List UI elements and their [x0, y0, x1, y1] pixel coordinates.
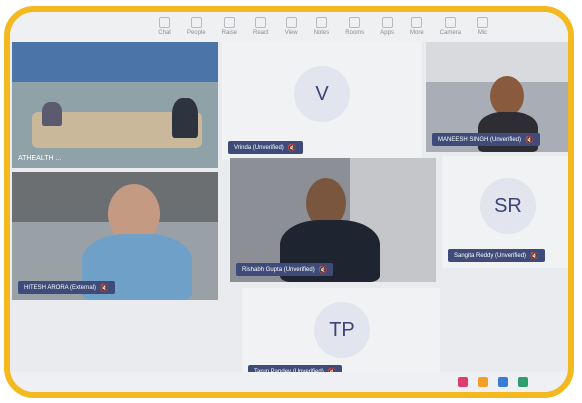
toolbar-raise[interactable]: Raise — [222, 17, 237, 42]
participant-figure — [42, 102, 62, 126]
tile-hitesh-arora[interactable]: HITESH ARORA (External) 🔇 — [12, 172, 218, 300]
participant-figure — [172, 98, 198, 138]
toolbar-notes[interactable]: Notes — [313, 17, 330, 42]
raise-hand-icon — [223, 17, 235, 28]
tile-maneesh-singh[interactable]: MANEESH SINGH (Unverified) 🔇 — [426, 42, 568, 152]
toolbar-label: People — [186, 30, 206, 36]
participant-name-tag: Sangita Reddy (Unverified) 🔇 — [448, 249, 545, 262]
participant-face — [490, 76, 524, 116]
chrome-browser-icon[interactable] — [518, 377, 528, 387]
apps-icon — [381, 17, 393, 28]
room-label: ATHEALTH ... — [18, 155, 62, 162]
toolbar-chat[interactable]: Chat — [158, 17, 171, 42]
participant-name-tag: Rishabh Gupta (Unverified) 🔇 — [236, 263, 334, 276]
notes-icon — [315, 17, 327, 28]
rooms-icon — [349, 17, 361, 28]
toolbar-react[interactable]: React — [253, 17, 269, 42]
toolbar-view[interactable]: View — [285, 17, 298, 42]
mic-muted-icon: 🔇 — [100, 284, 109, 292]
more-icon — [411, 17, 423, 28]
app-icon[interactable] — [458, 377, 468, 387]
room-banner-image — [12, 42, 218, 82]
toolbar-label: Notes — [313, 30, 330, 36]
participant-name-tag: HITESH ARORA (External) 🔇 — [18, 281, 115, 294]
toolbar-label: Raise — [221, 30, 237, 36]
camera-icon — [444, 17, 456, 28]
taskbar — [10, 372, 568, 392]
toolbar-more[interactable]: More — [410, 17, 424, 42]
avatar: TP — [314, 302, 370, 358]
toolbar-apps[interactable]: Apps — [380, 17, 394, 42]
toolbar-label: View — [284, 30, 298, 36]
participant-name-tag: Vrinda (Unverified) 🔇 — [228, 141, 303, 154]
mic-icon — [477, 17, 488, 28]
toolbar-rooms[interactable]: Rooms — [345, 17, 364, 42]
react-icon — [255, 17, 267, 28]
people-icon — [190, 17, 202, 28]
tile-sangita-reddy[interactable]: SR Sangita Reddy (Unverified) 🔇 — [442, 156, 568, 268]
tile-conference-room[interactable]: ATHEALTH ... — [12, 42, 218, 168]
toolbar-label: More — [409, 30, 424, 36]
more-options-icon[interactable]: ... — [55, 155, 61, 162]
toolbar-label: Apps — [380, 30, 394, 36]
edge-browser-icon[interactable] — [498, 377, 508, 387]
participant-name-tag: MANEESH SINGH (Unverified) 🔇 — [432, 133, 540, 146]
toolbar-people[interactable]: People — [187, 17, 206, 42]
toolbar-label: Chat — [158, 30, 171, 36]
mic-muted-icon: 🔇 — [525, 136, 534, 144]
tile-vrinda[interactable]: V Vrinda (Unverified) 🔇 — [222, 42, 422, 160]
folder-icon[interactable] — [478, 377, 488, 387]
ceiling-image — [426, 42, 568, 82]
toolbar-label: Camera — [439, 30, 461, 36]
meeting-toolbar: Chat People Raise React View Notes Rooms… — [10, 12, 568, 42]
chat-icon — [159, 17, 171, 28]
view-icon — [285, 17, 297, 28]
meeting-window: Chat People Raise React View Notes Rooms… — [4, 6, 574, 398]
avatar: V — [294, 66, 350, 122]
mic-muted-icon: 🔇 — [287, 144, 297, 152]
mic-muted-icon: 🔇 — [530, 252, 539, 260]
mic-muted-icon: 🔇 — [318, 266, 328, 274]
toolbar-label: Mic — [477, 30, 488, 36]
toolbar-mic[interactable]: Mic — [477, 17, 488, 42]
tile-tarun-pandey[interactable]: TP Tarun Pandey (Unverified)🔇 — [242, 288, 440, 384]
avatar: SR — [480, 178, 536, 234]
toolbar-label: React — [253, 30, 269, 36]
participant-body — [478, 112, 538, 152]
tile-rishabh-gupta[interactable]: Rishabh Gupta (Unverified) 🔇 — [230, 158, 436, 282]
toolbar-camera[interactable]: Camera — [440, 17, 461, 42]
toolbar-label: Rooms — [345, 30, 365, 36]
